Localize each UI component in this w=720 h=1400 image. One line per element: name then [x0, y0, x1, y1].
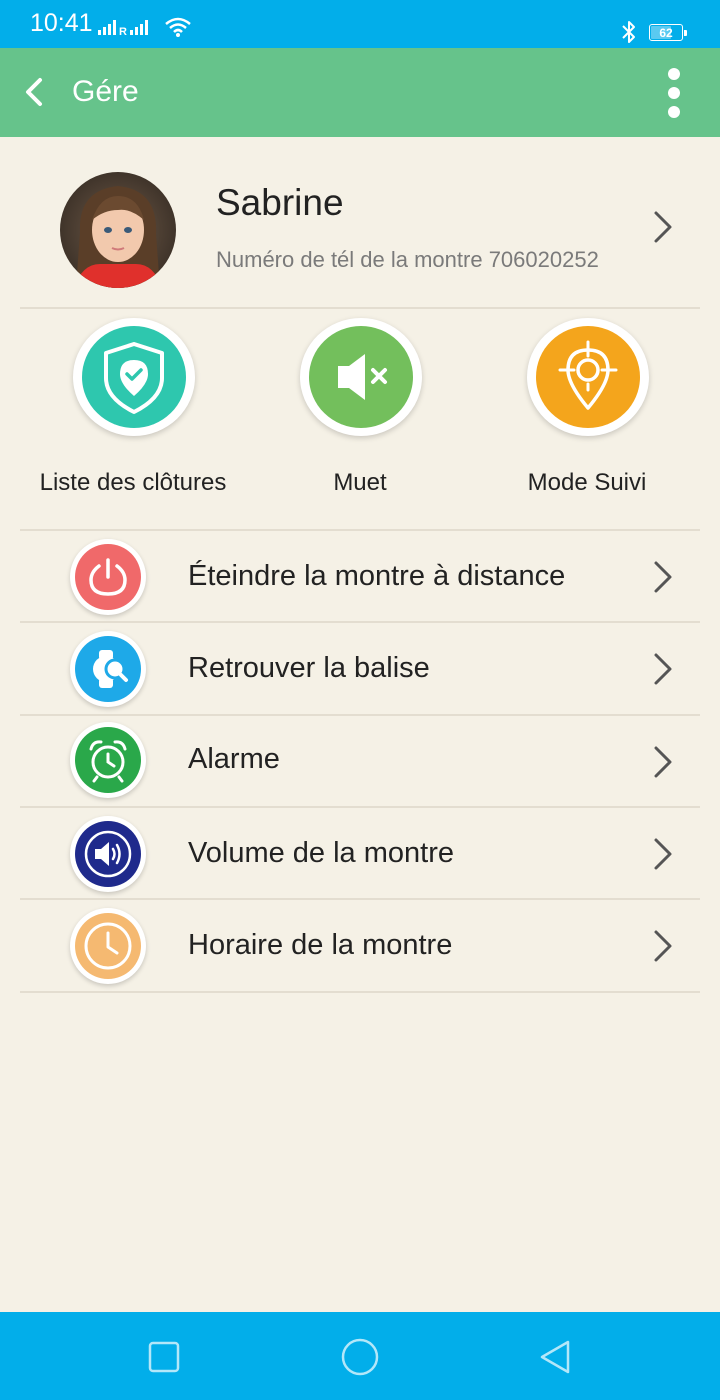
menu-item-label: Éteindre la montre à distance [188, 560, 566, 592]
menu-item-label: Horaire de la montre [188, 929, 453, 961]
profile-row[interactable]: Sabrine Numéro de tél de la montre 70602… [0, 160, 720, 300]
chevron-right-icon [654, 838, 672, 870]
menu-item-find-watch[interactable]: Retrouver la balise [0, 623, 720, 715]
menu-item-label: Retrouver la balise [188, 652, 430, 684]
status-bar: 10:41 R 62 [0, 0, 720, 48]
home-icon [341, 1338, 379, 1376]
battery-icon: 62 [649, 24, 687, 41]
chevron-right-icon [654, 930, 672, 962]
menu-item-watch-schedule[interactable]: Horaire de la montre [0, 900, 720, 992]
menu-item-label: Volume de la montre [188, 837, 454, 869]
watch-search-icon [93, 650, 128, 688]
power-icon [89, 558, 127, 596]
back-button[interactable] [14, 72, 54, 112]
back-arrow-icon [26, 78, 42, 106]
quick-action-fences[interactable]: Liste des clôtures [18, 318, 248, 508]
chevron-right-icon [654, 653, 672, 685]
recent-apps-icon [148, 1341, 180, 1373]
page-title: Gére [72, 75, 139, 108]
quick-action-label: Liste des clôtures [39, 469, 227, 496]
wifi-icon [165, 17, 191, 37]
divider [20, 307, 700, 309]
chevron-right-icon [654, 746, 672, 778]
watch-phone-number: Numéro de tél de la montre 706020252 [216, 247, 599, 272]
quick-action-label: Mode Suivi [527, 469, 647, 496]
divider [20, 991, 700, 993]
menu-item-watch-volume[interactable]: Volume de la montre [0, 808, 720, 900]
app-bar: Gére [0, 48, 720, 137]
system-back-button[interactable] [532, 1332, 582, 1382]
recent-apps-button[interactable] [139, 1332, 189, 1382]
signal-icon: R [98, 20, 148, 36]
battery-level: 62 [659, 25, 673, 40]
network-letter: R [119, 26, 127, 36]
menu-item-alarm[interactable]: Alarme [0, 714, 720, 806]
home-button[interactable] [335, 1332, 385, 1382]
shield-check-icon [104, 342, 164, 414]
quick-action-tracking[interactable]: Mode Suivi [472, 318, 702, 508]
menu-item-label: Alarme [188, 743, 280, 775]
status-time: 10:41 [30, 9, 93, 37]
avatar [60, 172, 176, 288]
bluetooth-icon [622, 21, 635, 43]
profile-name: Sabrine [216, 182, 344, 223]
clock-icon [84, 922, 132, 970]
quick-action-mute[interactable]: Muet [245, 318, 475, 508]
alarm-clock-icon [89, 740, 127, 783]
speaker-mute-icon [338, 354, 387, 400]
more-options-button[interactable] [656, 64, 692, 122]
volume-icon [84, 830, 132, 878]
menu-item-remote-shutdown[interactable]: Éteindre la montre à distance [0, 531, 720, 623]
system-nav-bar [0, 1312, 720, 1400]
chevron-right-icon [654, 211, 672, 243]
location-target-icon [558, 340, 618, 410]
back-triangle-icon [540, 1340, 570, 1374]
chevron-right-icon [654, 561, 672, 593]
quick-action-label: Muet [333, 469, 387, 496]
